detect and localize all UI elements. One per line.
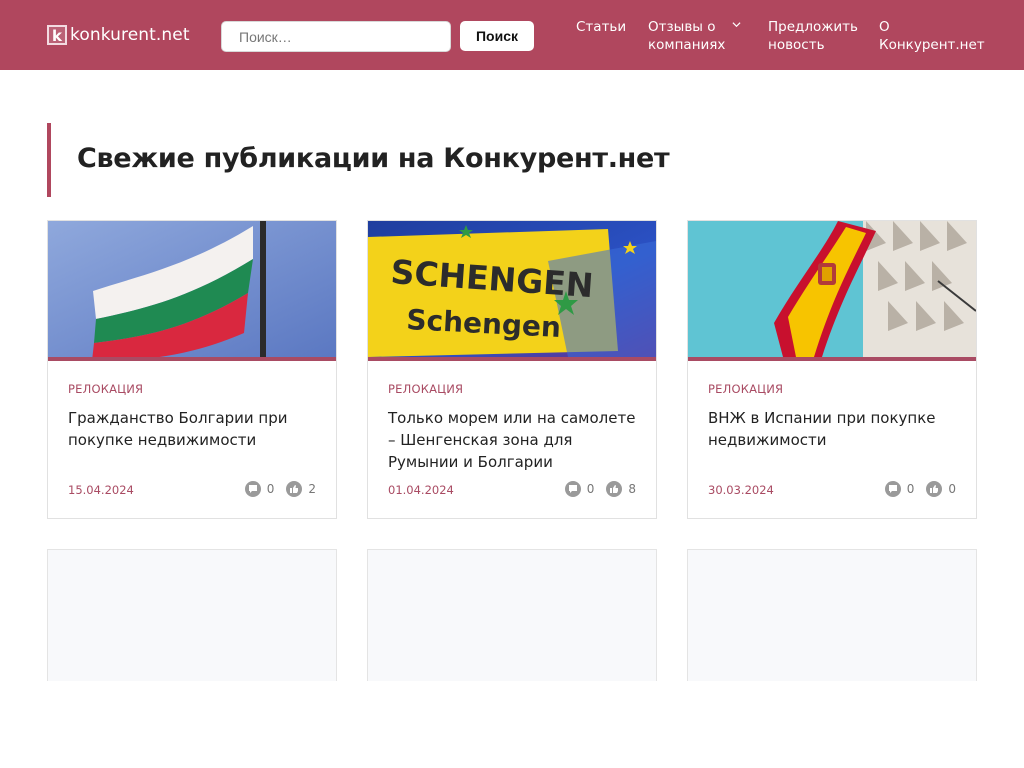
card-title[interactable]: Только морем или на самолете – Шенгенска… <box>388 407 644 473</box>
nav-suggest-news[interactable]: Предложить новость <box>768 18 864 54</box>
nav-company-reviews[interactable]: Отзывы о компаниях <box>648 18 738 54</box>
placeholder-card <box>47 549 337 681</box>
comment-icon <box>244 481 261 497</box>
like-count: 0 <box>948 482 956 496</box>
logo-icon: k <box>47 25 67 45</box>
card-stats: 0 0 <box>884 481 956 497</box>
nav-articles[interactable]: Статьи <box>576 18 626 36</box>
site-header: k konkurent.net Поиск Статьи Отзывы о ко… <box>0 0 1024 70</box>
card-category[interactable]: РЕЛОКАЦИЯ <box>708 382 783 396</box>
comment-count: 0 <box>906 482 915 496</box>
placeholder-card <box>687 549 977 681</box>
card-date: 30.03.2024 <box>708 483 774 497</box>
card-category[interactable]: РЕЛОКАЦИЯ <box>388 382 463 396</box>
card-accent-bar <box>48 357 336 361</box>
thumbs-up-icon[interactable] <box>606 481 623 497</box>
article-card[interactable]: РЕЛОКАЦИЯ ВНЖ в Испании при покупке недв… <box>687 220 977 519</box>
card-title[interactable]: ВНЖ в Испании при покупке недвижимости <box>708 407 964 451</box>
search-button[interactable]: Поиск <box>460 21 534 51</box>
article-image-schengen-sign[interactable]: SCHENGEN Schengen <box>368 221 656 357</box>
thumbs-up-icon[interactable] <box>926 481 943 497</box>
card-category[interactable]: РЕЛОКАЦИЯ <box>68 382 143 396</box>
chevron-down-icon[interactable] <box>732 20 741 29</box>
article-card[interactable]: SCHENGEN Schengen РЕЛОКАЦИЯ Только морем… <box>367 220 657 519</box>
comment-count: 0 <box>586 482 595 496</box>
logo-text: konkurent.net <box>70 25 190 45</box>
card-accent-bar <box>368 357 656 361</box>
card-stats: 0 8 <box>564 481 636 497</box>
comment-icon <box>564 481 581 497</box>
article-image-bulgarian-flag[interactable] <box>48 221 336 357</box>
card-accent-bar <box>688 357 976 361</box>
card-date: 01.04.2024 <box>388 483 454 497</box>
thumbs-up-icon[interactable] <box>286 481 303 497</box>
like-count: 8 <box>628 482 636 496</box>
placeholder-card <box>367 549 657 681</box>
search-input[interactable] <box>221 21 451 52</box>
site-logo[interactable]: k konkurent.net <box>47 25 190 45</box>
card-stats: 0 2 <box>244 481 316 497</box>
page-title-block: Свежие публикации на Конкурент.нет <box>47 123 977 197</box>
nav-about[interactable]: О Конкурент.нет <box>879 18 989 54</box>
article-card[interactable]: РЕЛОКАЦИЯ Гражданство Болгарии при покуп… <box>47 220 337 519</box>
card-date: 15.04.2024 <box>68 483 134 497</box>
comment-count: 0 <box>266 482 275 496</box>
article-image-spanish-flag[interactable] <box>688 221 976 357</box>
comment-icon <box>884 481 901 497</box>
card-title[interactable]: Гражданство Болгарии при покупке недвижи… <box>68 407 324 451</box>
like-count: 2 <box>308 482 316 496</box>
page-title: Свежие публикации на Конкурент.нет <box>77 143 670 174</box>
